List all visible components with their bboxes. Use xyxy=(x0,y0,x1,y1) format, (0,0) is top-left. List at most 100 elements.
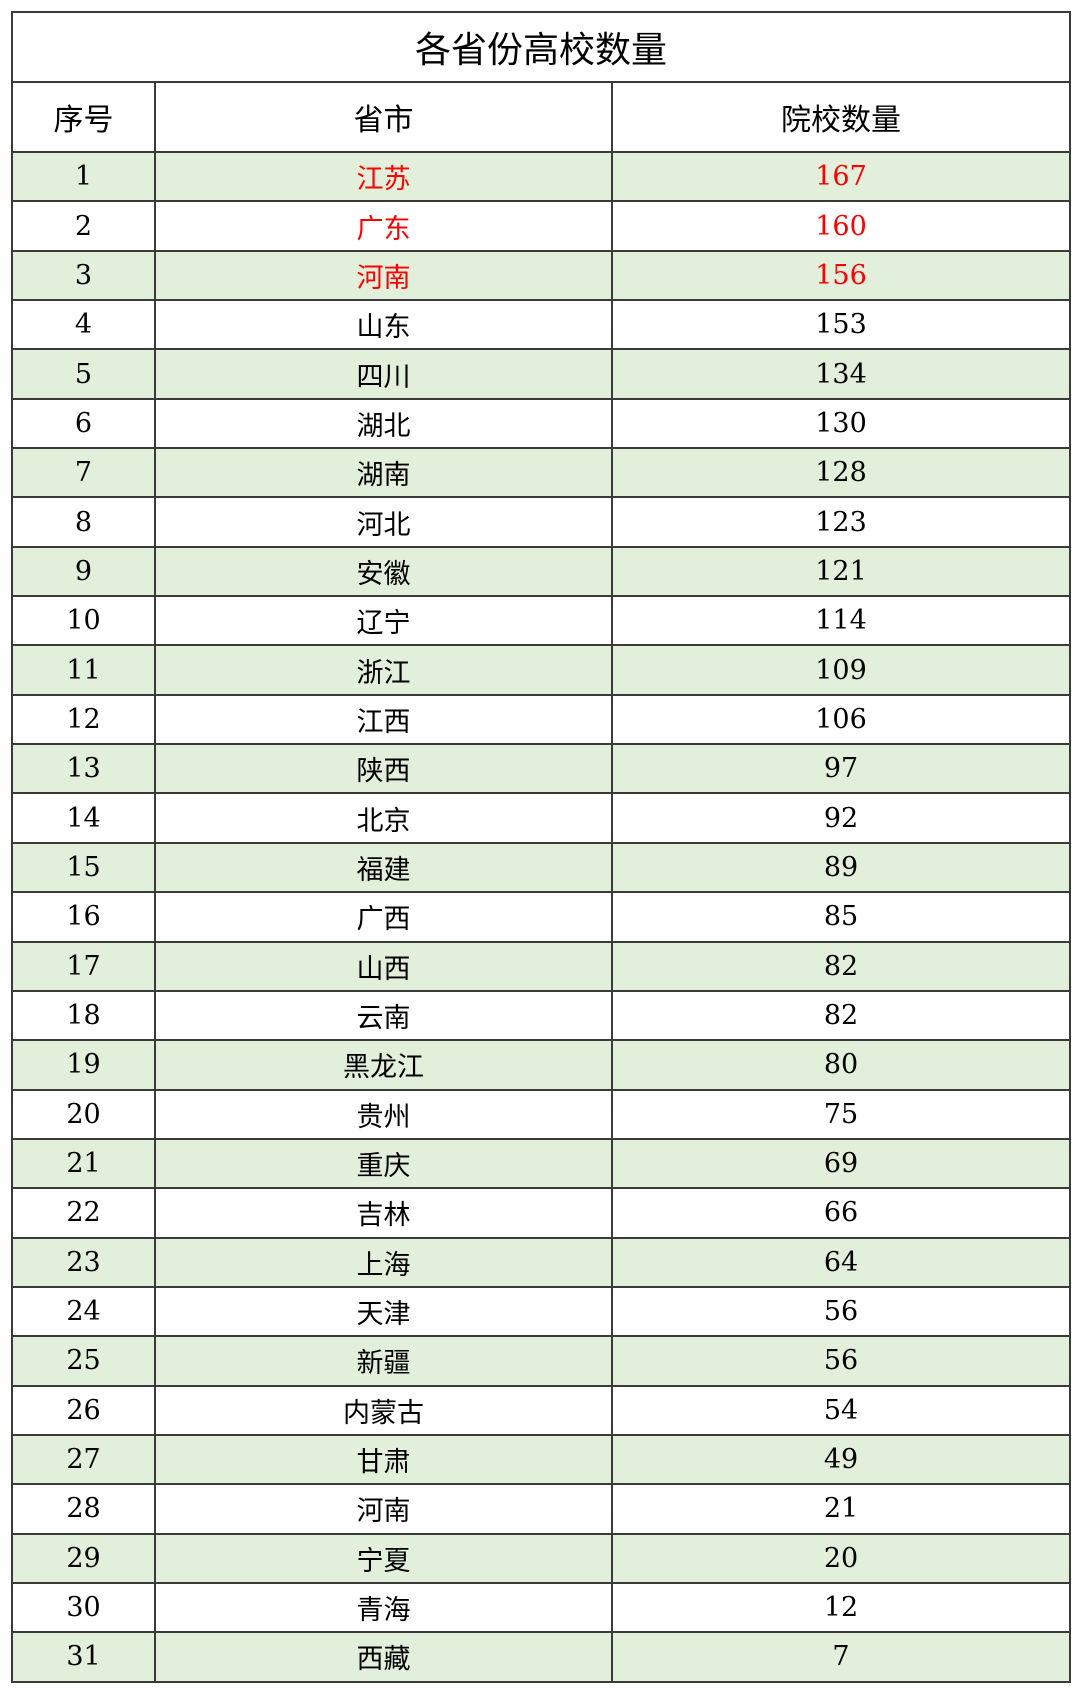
rank-cell: 8 xyxy=(11,496,156,548)
table-row: 25 新疆 56 xyxy=(11,1335,1071,1387)
header-province: 省市 xyxy=(154,81,613,153)
rank-cell: 5 xyxy=(11,348,156,400)
table-row: 16 广西 85 xyxy=(11,891,1071,943)
province-cell: 黑龙江 xyxy=(154,1039,613,1091)
province-cell: 山西 xyxy=(154,940,613,992)
count-cell: 134 xyxy=(611,348,1071,400)
count-cell: 153 xyxy=(611,299,1071,351)
rank-cell: 28 xyxy=(11,1483,156,1535)
count-cell: 121 xyxy=(611,545,1071,598)
table-row: 7 湖南 128 xyxy=(11,447,1071,499)
table-row: 21 重庆 69 xyxy=(11,1137,1071,1190)
table-row: 17 山西 82 xyxy=(11,940,1071,992)
table-row: 10 辽宁 114 xyxy=(11,595,1071,647)
table-row: 14 北京 92 xyxy=(11,792,1071,844)
rank-cell: 11 xyxy=(11,644,156,696)
rank-cell: 13 xyxy=(11,743,156,795)
rank-cell: 31 xyxy=(11,1631,156,1683)
table-row: 9 安徽 121 xyxy=(11,545,1071,598)
table-row: 30 青海 12 xyxy=(11,1581,1071,1634)
rank-cell: 29 xyxy=(11,1532,156,1584)
header-rank: 序号 xyxy=(11,81,156,153)
province-cell: 广东 xyxy=(154,200,613,252)
province-cell: 湖南 xyxy=(154,447,613,499)
table-row: 18 云南 82 xyxy=(11,989,1071,1042)
rank-cell: 25 xyxy=(11,1335,156,1387)
rank-cell: 22 xyxy=(11,1187,156,1239)
province-cell: 山东 xyxy=(154,299,613,351)
table-row: 27 甘肃 49 xyxy=(11,1433,1071,1486)
table-row: 6 湖北 130 xyxy=(11,397,1071,450)
rank-cell: 2 xyxy=(11,200,156,252)
count-cell: 69 xyxy=(611,1137,1071,1190)
rank-cell: 27 xyxy=(11,1433,156,1486)
table-row: 23 上海 64 xyxy=(11,1236,1071,1288)
universities-by-province-table: 各省份高校数量 序号 省市 院校数量 1 江苏 167 2 广东 160 3 河南 156 4 山东… xyxy=(11,11,1071,1683)
province-cell: 江苏 xyxy=(154,150,613,203)
province-cell: 宁夏 xyxy=(154,1532,613,1584)
province-cell: 内蒙古 xyxy=(154,1384,613,1436)
province-cell: 上海 xyxy=(154,1236,613,1288)
count-cell: 7 xyxy=(611,1631,1071,1683)
count-cell: 54 xyxy=(611,1384,1071,1436)
rank-cell: 24 xyxy=(11,1285,156,1338)
count-cell: 56 xyxy=(611,1335,1071,1387)
count-cell: 123 xyxy=(611,496,1071,548)
rank-cell: 10 xyxy=(11,595,156,647)
rank-cell: 4 xyxy=(11,299,156,351)
province-cell: 陕西 xyxy=(154,743,613,795)
count-cell: 85 xyxy=(611,891,1071,943)
rank-cell: 6 xyxy=(11,397,156,450)
count-cell: 156 xyxy=(611,249,1071,302)
province-cell: 广西 xyxy=(154,891,613,943)
table-row: 31 西藏 7 xyxy=(11,1631,1071,1683)
rank-cell: 15 xyxy=(11,841,156,894)
header-row: 序号 省市 院校数量 xyxy=(11,81,1071,153)
count-cell: 130 xyxy=(611,397,1071,450)
rank-cell: 23 xyxy=(11,1236,156,1288)
table-row: 3 河南 156 xyxy=(11,249,1071,302)
province-cell: 江西 xyxy=(154,693,613,746)
table-row: 12 江西 106 xyxy=(11,693,1071,746)
count-cell: 75 xyxy=(611,1088,1071,1140)
table-body: 1 江苏 167 2 广东 160 3 河南 156 4 山东 153 5 四川 134 6 湖北 130 7 湖南 1… xyxy=(11,150,1071,1683)
table-row: 4 山东 153 xyxy=(11,299,1071,351)
count-cell: 20 xyxy=(611,1532,1071,1584)
count-cell: 21 xyxy=(611,1483,1071,1535)
rank-cell: 18 xyxy=(11,989,156,1042)
count-cell: 160 xyxy=(611,200,1071,252)
table-title: 各省份高校数量 xyxy=(11,11,1071,83)
rank-cell: 9 xyxy=(11,545,156,598)
table-row: 29 宁夏 20 xyxy=(11,1532,1071,1584)
province-cell: 四川 xyxy=(154,348,613,400)
count-cell: 80 xyxy=(611,1039,1071,1091)
province-cell: 天津 xyxy=(154,1285,613,1338)
table-row: 26 内蒙古 54 xyxy=(11,1384,1071,1436)
province-cell: 重庆 xyxy=(154,1137,613,1190)
table-row: 1 江苏 167 xyxy=(11,150,1071,203)
province-cell: 河南 xyxy=(154,1483,613,1535)
count-cell: 128 xyxy=(611,447,1071,499)
rank-cell: 14 xyxy=(11,792,156,844)
table-row: 11 浙江 109 xyxy=(11,644,1071,696)
table-row: 2 广东 160 xyxy=(11,200,1071,252)
table-row: 22 吉林 66 xyxy=(11,1187,1071,1239)
table-row: 8 河北 123 xyxy=(11,496,1071,548)
table-row: 19 黑龙江 80 xyxy=(11,1039,1071,1091)
title-row: 各省份高校数量 xyxy=(11,11,1071,83)
province-cell: 辽宁 xyxy=(154,595,613,647)
count-cell: 82 xyxy=(611,940,1071,992)
province-cell: 河南 xyxy=(154,249,613,302)
province-cell: 安徽 xyxy=(154,545,613,598)
rank-cell: 12 xyxy=(11,693,156,746)
count-cell: 66 xyxy=(611,1187,1071,1239)
count-cell: 114 xyxy=(611,595,1071,647)
rank-cell: 19 xyxy=(11,1039,156,1091)
header-count: 院校数量 xyxy=(611,81,1071,153)
province-cell: 吉林 xyxy=(154,1187,613,1239)
province-cell: 福建 xyxy=(154,841,613,894)
rank-cell: 3 xyxy=(11,249,156,302)
table-row: 28 河南 21 xyxy=(11,1483,1071,1535)
province-cell: 贵州 xyxy=(154,1088,613,1140)
table-row: 20 贵州 75 xyxy=(11,1088,1071,1140)
